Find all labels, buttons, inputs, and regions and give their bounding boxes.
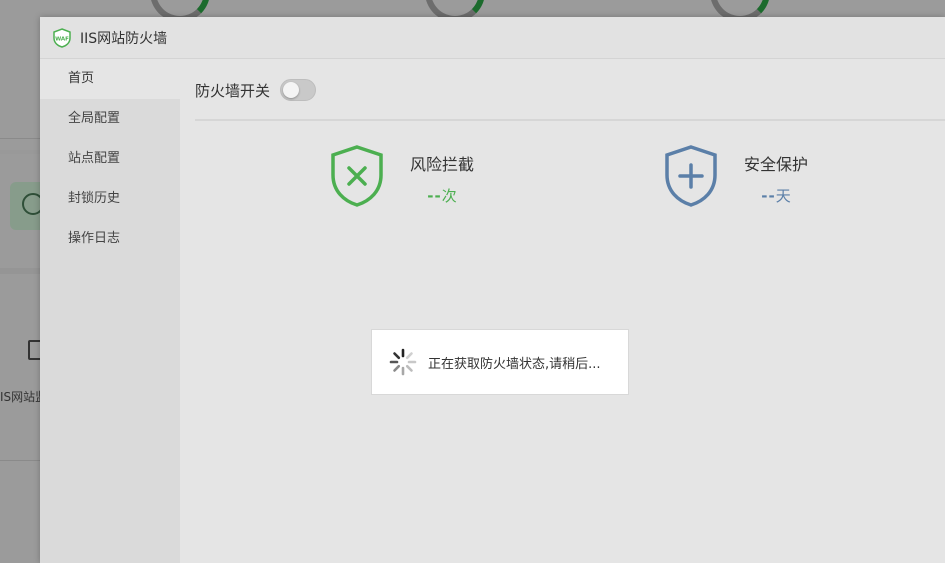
stat-title: 风险拦截: [410, 155, 475, 174]
stat-value: --次: [410, 185, 474, 206]
stat-unit: 次: [441, 187, 457, 205]
main-content: 防火墙开关 风险拦截 --次 安全保护 --天: [180, 59, 945, 563]
firewall-switch-row: 防火墙开关: [195, 79, 317, 101]
firewall-dialog: WAF IIS网站防火墙 首页 全局配置 站点配置 封锁历史 操作日志 防火墙开…: [40, 17, 945, 563]
stat-number: --: [761, 187, 776, 205]
toggle-knob: [283, 82, 300, 98]
divider: [0, 460, 40, 461]
stat-value: --天: [744, 185, 808, 206]
logo-text: WAF: [55, 36, 69, 42]
stat-title: 安全保护: [744, 155, 809, 174]
dialog-title: IIS网站防火墙: [80, 30, 168, 47]
dialog-titlebar[interactable]: WAF IIS网站防火墙: [40, 17, 945, 59]
sidebar-item-site-config[interactable]: 站点配置: [40, 139, 180, 179]
spinner-icon: [389, 348, 417, 376]
divider: [0, 268, 40, 274]
loading-text: 正在获取防火墙状态,请稍后...: [428, 356, 601, 372]
sidebar: 首页 全局配置 站点配置 封锁历史 操作日志: [40, 59, 180, 563]
firewall-switch-label: 防火墙开关: [195, 81, 271, 100]
divider: [195, 119, 945, 121]
stat-security-protection: 安全保护 --天: [664, 145, 808, 207]
firewall-toggle[interactable]: [280, 79, 317, 101]
stat-number: --: [427, 187, 442, 205]
sidebar-item-operation-log[interactable]: 操作日志: [40, 219, 180, 259]
shield-plus-icon: [665, 145, 717, 207]
sidebar-item-home[interactable]: 首页: [40, 59, 180, 99]
divider: [0, 150, 40, 154]
divider: [0, 138, 40, 139]
stat-unit: 天: [775, 187, 791, 205]
stat-risk-interception: 风险拦截 --次: [330, 145, 474, 207]
sidebar-item-global-config[interactable]: 全局配置: [40, 99, 180, 139]
loading-toast: 正在获取防火墙状态,请稍后...: [371, 329, 629, 395]
waf-logo-icon: WAF: [53, 27, 71, 48]
shield-x-icon: [331, 145, 383, 207]
sidebar-item-block-history[interactable]: 封锁历史: [40, 179, 180, 219]
